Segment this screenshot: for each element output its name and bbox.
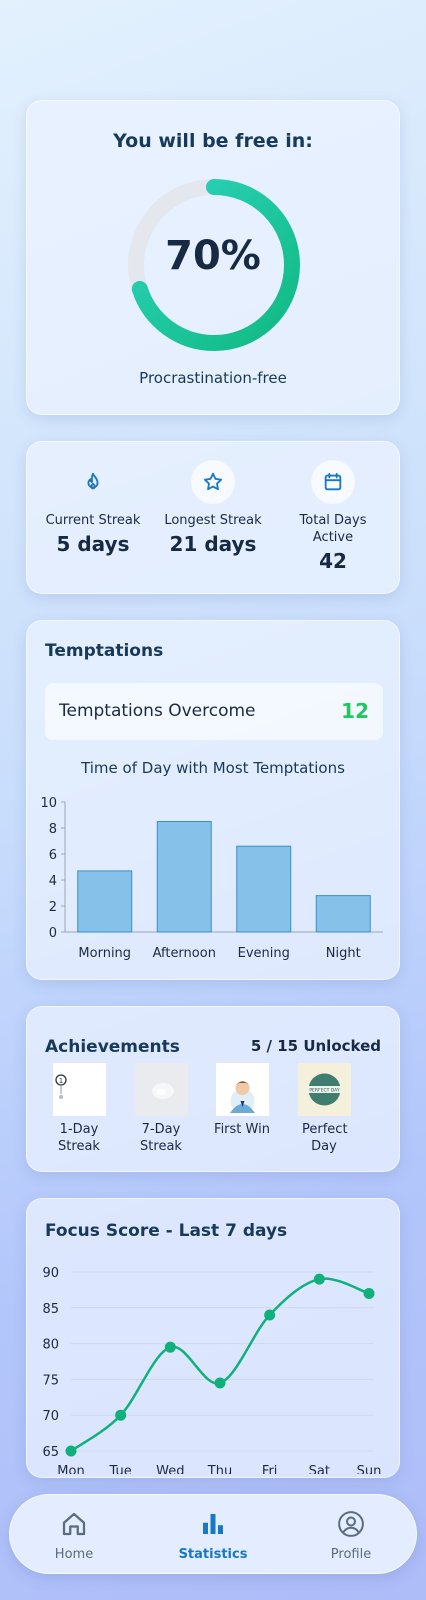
y-tick-label: 10 bbox=[40, 796, 57, 811]
stat-label: Total Days Active bbox=[299, 513, 367, 545]
x-tick-label: Sat bbox=[309, 1464, 330, 1474]
x-tick-label: Wed bbox=[156, 1464, 184, 1474]
badge-one-day[interactable]: 1 1-Day Streak bbox=[39, 1063, 119, 1155]
x-tick-label: Mon bbox=[57, 1464, 84, 1474]
nav-profile[interactable]: Profile bbox=[301, 1509, 401, 1562]
y-tick-label: 80 bbox=[42, 1338, 59, 1353]
bar-morning bbox=[77, 870, 133, 933]
svg-text:1: 1 bbox=[58, 1077, 62, 1085]
x-tick-label: Night bbox=[326, 946, 361, 961]
badge-label: First Win bbox=[214, 1122, 270, 1137]
bar-night bbox=[315, 895, 371, 933]
point-sat bbox=[313, 1273, 325, 1285]
focus-score-line-chart: 65 70 75 80 85 90 Mon Tue Wed Thu Fri Sat Sun bbox=[42, 1266, 382, 1474]
calendar-icon bbox=[311, 460, 355, 504]
y-tick-label: 85 bbox=[42, 1302, 59, 1317]
nav-home-label: Home bbox=[54, 1547, 94, 1562]
temptations-card: Temptations Temptations Overcome 12 Time… bbox=[26, 620, 400, 980]
progress-title: You will be free in: bbox=[113, 130, 313, 152]
badge-first-win[interactable]: First Win bbox=[202, 1063, 282, 1138]
perfect-day-badge-icon: PERFECT DAY bbox=[297, 1063, 351, 1116]
y-tick-label: 65 bbox=[42, 1445, 59, 1460]
y-tick-label: 4 bbox=[49, 874, 57, 889]
progress-card: You will be free in: 70% Procrastination… bbox=[26, 100, 400, 415]
home-icon bbox=[62, 1512, 86, 1536]
temptations-overcome-value: 12 bbox=[341, 699, 369, 723]
x-tick-label: Morning bbox=[78, 946, 131, 961]
stat-current-streak: Current Streak 5 days bbox=[31, 460, 155, 556]
point-tue bbox=[115, 1409, 127, 1421]
temptation-time-bar-chart: 0 2 4 6 8 10 Morning Afternoon Evening Night bbox=[40, 796, 383, 961]
stat-label: Longest Streak bbox=[164, 513, 262, 528]
x-tick-label: Fri bbox=[262, 1464, 278, 1474]
x-tick-label: Evening bbox=[238, 946, 290, 961]
profile-icon bbox=[338, 1511, 364, 1537]
temptations-overcome-box: Temptations Overcome 12 bbox=[45, 683, 383, 740]
temptations-overcome-label: Temptations Overcome bbox=[59, 701, 256, 721]
point-fri bbox=[264, 1309, 276, 1321]
badge-label: 1-Day Streak bbox=[58, 1122, 100, 1154]
stat-value: 42 bbox=[319, 549, 347, 573]
x-tick-label: Afternoon bbox=[153, 946, 216, 961]
achievements-card: Achievements 5 / 15 Unlocked 1 1-Day Str… bbox=[26, 1006, 400, 1172]
point-wed bbox=[164, 1341, 176, 1353]
star-icon bbox=[191, 460, 235, 504]
nav-home[interactable]: Home bbox=[24, 1509, 124, 1562]
y-tick-label: 90 bbox=[42, 1266, 59, 1281]
stat-label: Current Streak bbox=[45, 513, 141, 528]
flame-icon bbox=[71, 460, 115, 504]
point-sun bbox=[363, 1287, 375, 1299]
x-tick-label: Tue bbox=[109, 1464, 132, 1474]
bar-afternoon bbox=[156, 821, 212, 933]
point-thu bbox=[214, 1377, 226, 1389]
badge-label: 7-Day Streak bbox=[140, 1122, 182, 1154]
one-day-badge-icon: 1 bbox=[52, 1063, 106, 1116]
badge-seven-day[interactable]: 7-Day Streak bbox=[121, 1063, 201, 1155]
y-tick-label: 8 bbox=[49, 822, 57, 837]
nav-statistics-label: Statistics bbox=[178, 1547, 248, 1562]
bar-chart-icon bbox=[203, 1514, 223, 1534]
bar-chart-title: Time of Day with Most Temptations bbox=[81, 759, 345, 777]
focus-title: Focus Score - Last 7 days bbox=[45, 1221, 288, 1241]
streak-stats-card: Current Streak 5 days Longest Streak 21 … bbox=[26, 441, 400, 594]
y-tick-label: 2 bbox=[49, 900, 57, 915]
temptations-title: Temptations bbox=[45, 641, 164, 661]
badge-perfect-day[interactable]: PERFECT DAY Perfect Day bbox=[284, 1063, 364, 1155]
x-tick-label: Thu bbox=[207, 1464, 232, 1474]
stat-value: 5 days bbox=[56, 532, 130, 556]
bottom-navigation: Home Statistics Profile bbox=[9, 1494, 417, 1574]
first-win-badge-icon bbox=[215, 1063, 269, 1116]
progress-caption: Procrastination-free bbox=[139, 369, 287, 387]
nav-statistics[interactable]: Statistics bbox=[163, 1509, 263, 1562]
seven-day-badge-icon bbox=[134, 1063, 188, 1116]
focus-score-card: Focus Score - Last 7 days 65 70 75 80 85 90 Mo… bbox=[26, 1198, 400, 1478]
achievements-count: 5 / 15 Unlocked bbox=[250, 1037, 381, 1055]
progress-percent: 70% bbox=[165, 233, 261, 279]
y-tick-label: 70 bbox=[42, 1409, 59, 1424]
achievements-title: Achievements bbox=[45, 1037, 180, 1057]
stat-longest-streak: Longest Streak 21 days bbox=[151, 460, 275, 556]
perfect-day-badge-text: PERFECT DAY bbox=[309, 1088, 340, 1094]
bar-evening bbox=[236, 845, 292, 933]
stat-total-days: Total Days Active 42 bbox=[271, 460, 395, 573]
y-tick-label: 0 bbox=[49, 926, 57, 941]
focus-score-line bbox=[70, 1277, 370, 1453]
stat-value: 21 days bbox=[169, 532, 257, 556]
y-tick-label: 75 bbox=[42, 1373, 59, 1388]
point-mon bbox=[65, 1445, 77, 1457]
y-tick-label: 6 bbox=[49, 848, 57, 863]
nav-profile-label: Profile bbox=[330, 1547, 372, 1562]
badge-label: Perfect Day bbox=[302, 1122, 348, 1154]
x-tick-label: Sun bbox=[357, 1464, 382, 1474]
